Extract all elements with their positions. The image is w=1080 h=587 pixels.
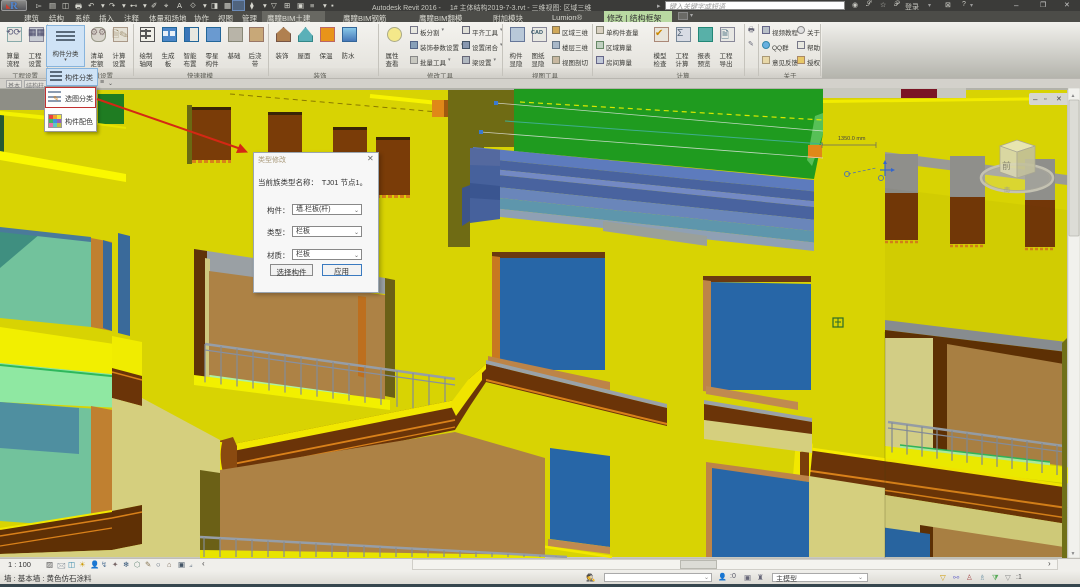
svg-text:▼: ▼ (1071, 551, 1076, 557)
svg-text:1350.0 mm: 1350.0 mm (838, 136, 866, 142)
svg-text:前: 前 (1002, 160, 1011, 171)
svg-text:▫: ▫ (1044, 96, 1046, 103)
svg-text:✕: ✕ (1056, 96, 1062, 103)
svg-text:–: – (1033, 95, 1038, 104)
svg-text:南: 南 (1004, 186, 1010, 194)
svg-text:▲: ▲ (1071, 93, 1076, 99)
